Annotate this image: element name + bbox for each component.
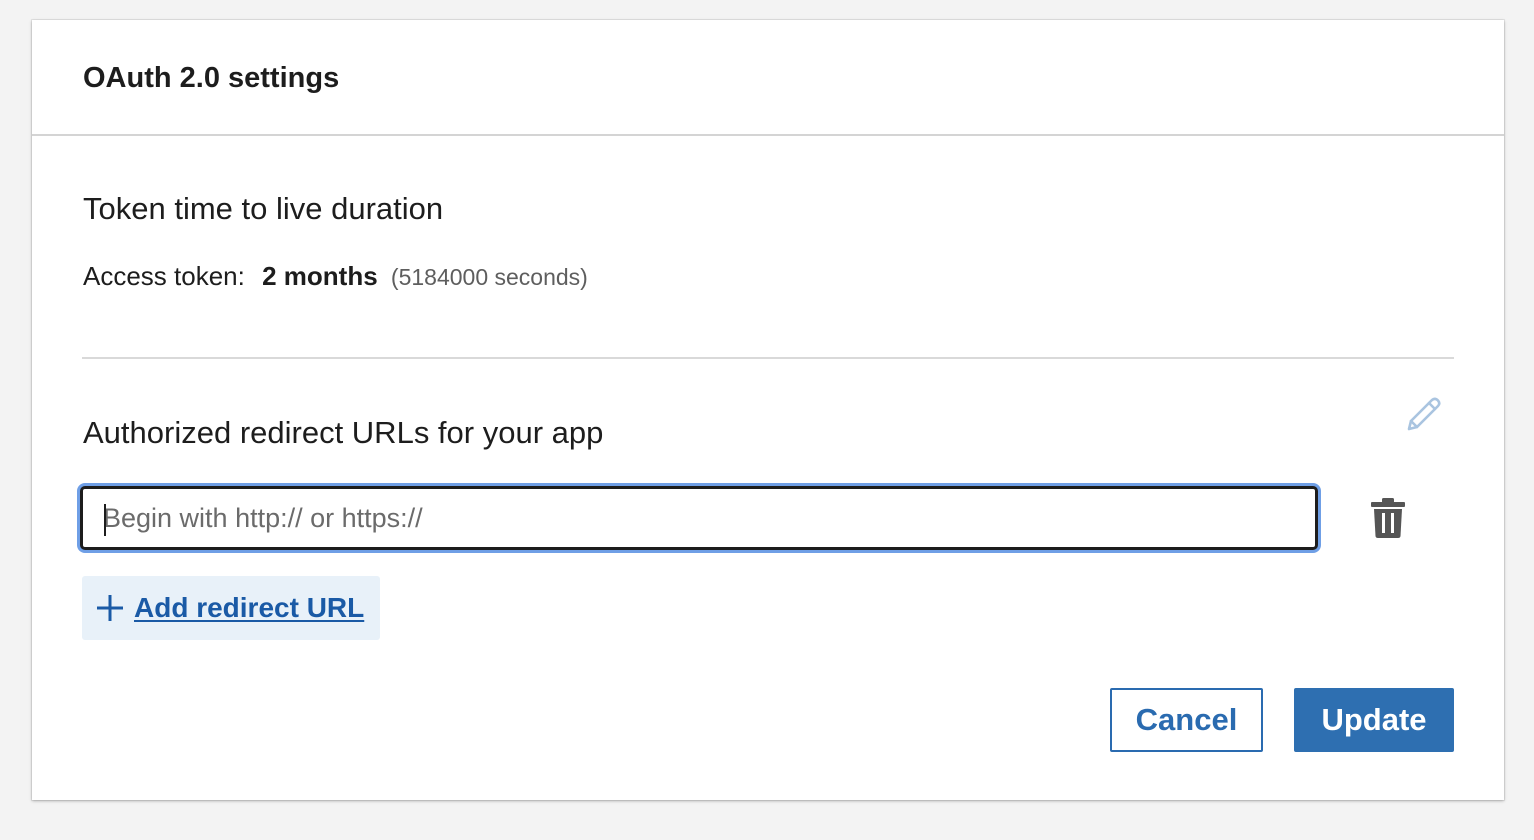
access-token-seconds: (5184000 seconds) — [390, 264, 588, 290]
pencil-icon — [1401, 393, 1445, 442]
section-divider — [82, 357, 1454, 359]
oauth-settings-panel: OAuth 2.0 settings Token time to live du… — [32, 20, 1504, 800]
delete-redirect-url-button[interactable] — [1366, 496, 1410, 544]
redirect-url-input[interactable] — [80, 486, 1318, 550]
text-caret — [104, 504, 106, 536]
plus-icon — [96, 594, 124, 622]
update-button[interactable]: Update — [1294, 688, 1454, 752]
redirect-urls-heading: Authorized redirect URLs for your app — [83, 415, 604, 450]
panel-title: OAuth 2.0 settings — [83, 62, 340, 94]
panel-header: OAuth 2.0 settings — [32, 20, 1504, 136]
add-redirect-url-button[interactable]: Add redirect URL — [82, 576, 380, 640]
trash-icon — [1371, 497, 1405, 544]
cancel-button[interactable]: Cancel — [1110, 688, 1263, 752]
access-token-value: 2 months — [262, 261, 378, 291]
access-token-row: Access token: 2 months (5184000 seconds) — [83, 260, 588, 293]
access-token-label: Access token: — [83, 261, 245, 291]
add-redirect-url-label: Add redirect URL — [134, 592, 365, 623]
token-ttl-heading: Token time to live duration — [83, 191, 444, 226]
edit-redirect-urls-button[interactable] — [1400, 394, 1446, 440]
